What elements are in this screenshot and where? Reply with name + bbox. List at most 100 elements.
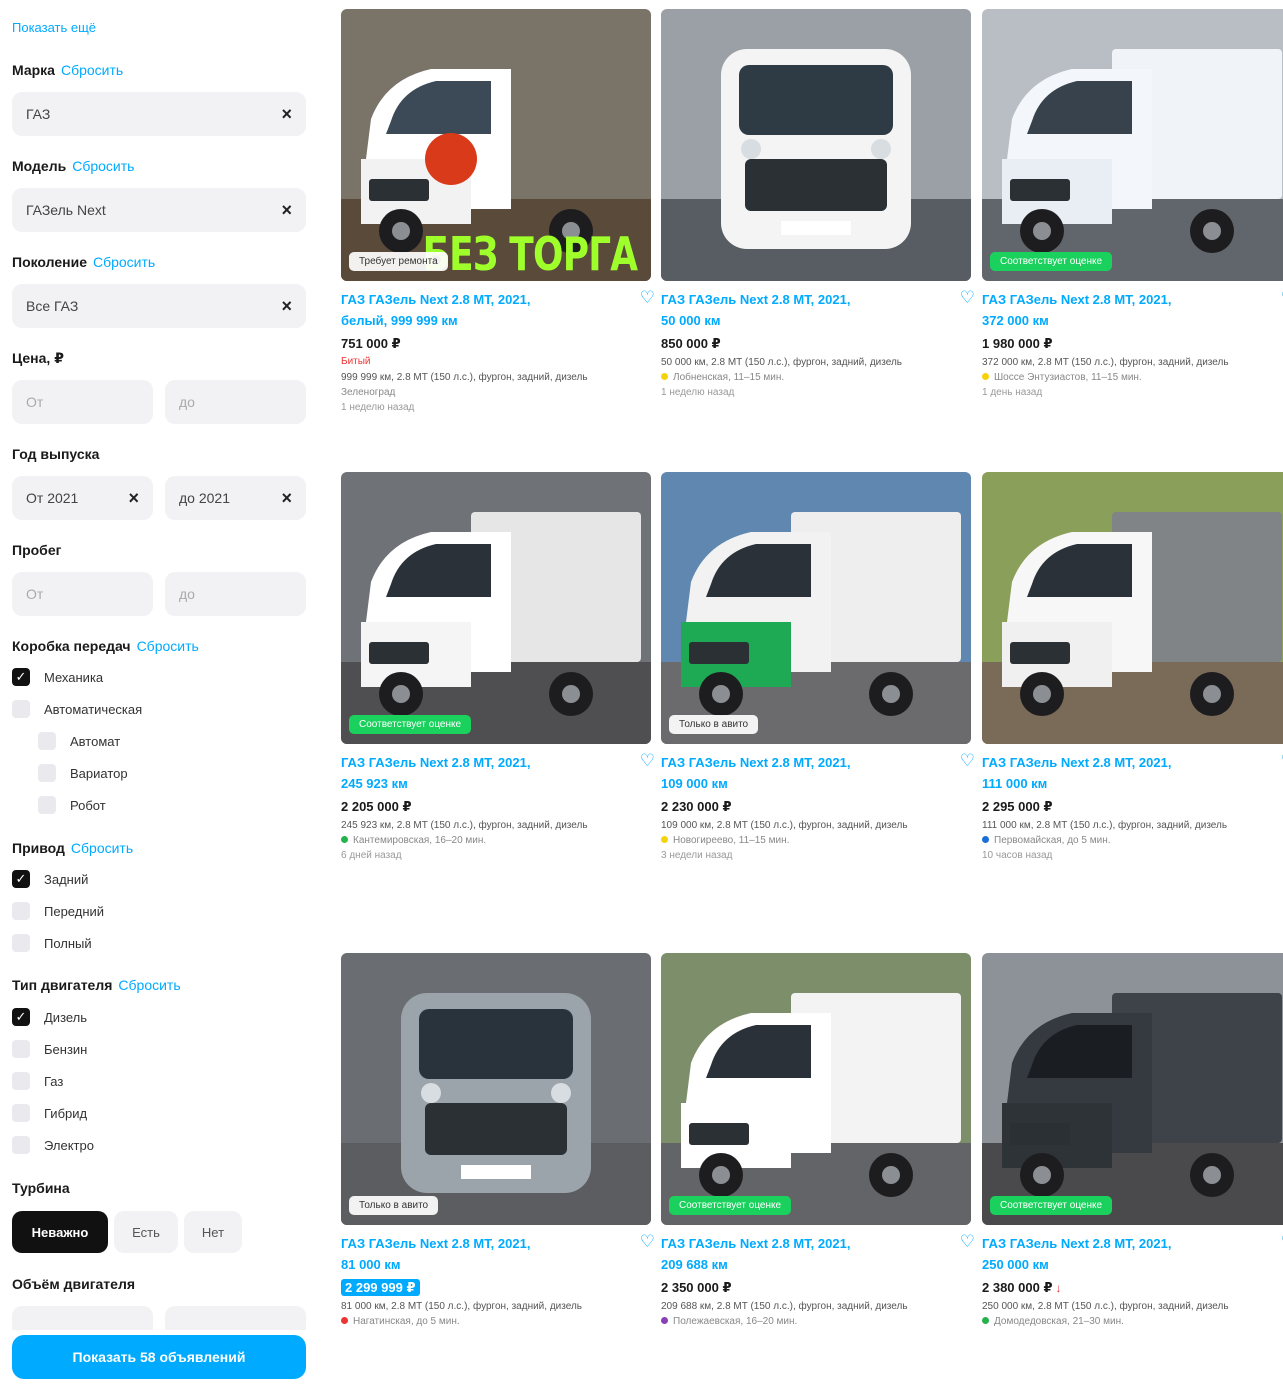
listing-title-link[interactable]: ГАЗ ГАЗель Next 2.8 MT, 2021,372 000 км♡ (982, 289, 1283, 331)
gearbox-option-robot[interactable]: Робот (38, 796, 106, 814)
model-reset-link[interactable]: Сбросить (72, 158, 134, 174)
listing-title-link[interactable]: ГАЗ ГАЗель Next 2.8 MT, 2021, 209 688 км ♡ (661, 1233, 975, 1275)
gearbox-reset-link[interactable]: Сбросить (137, 638, 199, 654)
checkbox-checked-icon[interactable]: ✓ (12, 870, 30, 888)
show-more-link[interactable]: Показать ещё (12, 20, 96, 35)
heart-icon[interactable]: ♡ (960, 1233, 975, 1250)
drive-option-all[interactable]: Полный (12, 934, 92, 952)
checkbox-icon[interactable] (12, 902, 30, 920)
price-to-placeholder: до (179, 394, 195, 410)
listing-photo[interactable]: Соответствует оценке (982, 9, 1283, 281)
listing-card[interactable]: Только в авито ГАЗ ГАЗель Next 2.8 MT, 20… (341, 953, 655, 1329)
gearbox-option-manual[interactable]: ✓ Механика (12, 668, 103, 686)
engine-volume-from-input[interactable] (12, 1306, 153, 1330)
model-clear-icon[interactable]: × (281, 200, 292, 221)
engine-option-label: Дизель (44, 1009, 88, 1025)
listing-photo[interactable]: Соответствует оценке (982, 953, 1283, 1225)
generation-label: Поколение Сбросить (12, 254, 155, 270)
turbo-any-button[interactable]: Неважно (12, 1211, 108, 1253)
listing-card[interactable]: Соответствует оценке ГАЗ ГАЗель Next 2.8 … (341, 472, 655, 863)
heart-icon[interactable]: ♡ (640, 1233, 655, 1250)
listing-card[interactable]: Соответствует оценке ГАЗ ГАЗель Next 2.8 … (982, 9, 1283, 400)
checkbox-icon[interactable] (12, 1040, 30, 1058)
year-to-input[interactable]: до 2021 × (165, 476, 306, 520)
gearbox-option-cvt[interactable]: Вариатор (38, 764, 128, 782)
price-to-input[interactable]: до (165, 380, 306, 424)
vehicle-photo-image (661, 953, 971, 1225)
listing-card[interactable]: Соответствует оценке ГАЗ ГАЗель Next 2.8 … (661, 953, 975, 1329)
mileage-from-placeholder: От (26, 586, 44, 602)
make-select[interactable]: ГАЗ × (12, 92, 306, 136)
generation-clear-icon[interactable]: × (281, 296, 292, 317)
checkbox-icon[interactable] (12, 1104, 30, 1122)
listing-price-row: 2 295 000 ₽ (982, 799, 1283, 815)
turbo-yes-button[interactable]: Есть (114, 1211, 178, 1253)
make-reset-link[interactable]: Сбросить (61, 62, 123, 78)
heart-icon[interactable]: ♡ (640, 289, 655, 306)
listing-card[interactable]: БЕЗ ТОРГА Требует ремонта ГАЗ ГАЗель Next … (341, 9, 655, 415)
listing-subtitle: 372 000 км (982, 313, 1049, 328)
engine-option-gas[interactable]: Газ (12, 1072, 63, 1090)
engine-volume-to-input[interactable] (165, 1306, 306, 1330)
year-from-input[interactable]: От 2021 × (12, 476, 153, 520)
listing-card[interactable]: ГАЗ ГАЗель Next 2.8 MT, 2021,111 000 км♡… (982, 472, 1283, 863)
model-select[interactable]: ГАЗель Next × (12, 188, 306, 232)
drive-option-front[interactable]: Передний (12, 902, 104, 920)
price-from-input[interactable]: От (12, 380, 153, 424)
checkbox-checked-icon[interactable]: ✓ (12, 668, 30, 686)
listing-photo[interactable] (982, 472, 1283, 744)
engine-option-hybrid[interactable]: Гибрид (12, 1104, 87, 1122)
listing-title-link[interactable]: ГАЗ ГАЗель Next 2.8 MT, 2021,250 000 км♡ (982, 1233, 1283, 1275)
engine-type-reset-link[interactable]: Сбросить (118, 977, 180, 993)
checkbox-icon[interactable] (12, 1072, 30, 1090)
year-from-clear-icon[interactable]: × (128, 488, 139, 509)
show-results-button[interactable]: Показать 58 объявлений (12, 1335, 306, 1379)
engine-option-electric[interactable]: Электро (12, 1136, 94, 1154)
checkbox-icon[interactable] (12, 700, 30, 718)
checkbox-icon[interactable] (38, 796, 56, 814)
listing-photo[interactable]: Только в авито (661, 472, 971, 744)
gearbox-option-automatic[interactable]: Автоматическая (12, 700, 142, 718)
gearbox-option-auto[interactable]: Автомат (38, 732, 120, 750)
generation-select[interactable]: Все ГАЗ × (12, 284, 306, 328)
listing-card[interactable]: Только в авито ГАЗ ГАЗель Next 2.8 MT, 20… (661, 472, 975, 863)
listing-photo[interactable]: Только в авито (341, 953, 651, 1225)
listing-title-link[interactable]: ГАЗ ГАЗель Next 2.8 MT, 2021, 245 923 км ♡ (341, 752, 655, 794)
heart-icon[interactable]: ♡ (960, 752, 975, 769)
mileage-to-placeholder: до (179, 586, 195, 602)
listing-metro-text: Первомайская, до 5 мин. (994, 835, 1111, 846)
drive-option-rear[interactable]: ✓ Задний (12, 870, 88, 888)
listing-metro: Кантемировская, 16–20 мин. (341, 833, 653, 848)
engine-option-petrol[interactable]: Бензин (12, 1040, 87, 1058)
gearbox-option-label: Вариатор (70, 765, 128, 781)
metro-line-icon (341, 1317, 348, 1324)
year-to-clear-icon[interactable]: × (281, 488, 292, 509)
listing-time: 6 дней назад (341, 850, 402, 861)
listing-card[interactable]: Соответствует оценке ГАЗ ГАЗель Next 2.8 … (982, 953, 1283, 1329)
mileage-from-input[interactable]: От (12, 572, 153, 616)
heart-icon[interactable]: ♡ (640, 752, 655, 769)
generation-label-text: Поколение (12, 254, 87, 270)
checkbox-icon[interactable] (38, 732, 56, 750)
listing-title-link[interactable]: ГАЗ ГАЗель Next 2.8 MT, 2021, 109 000 км ♡ (661, 752, 975, 794)
listing-card[interactable]: ГАЗ ГАЗель Next 2.8 MT, 2021, 50 000 км ♡ 8… (661, 9, 975, 400)
heart-icon[interactable]: ♡ (960, 289, 975, 306)
checkbox-icon[interactable] (38, 764, 56, 782)
listing-photo[interactable]: Соответствует оценке (661, 953, 971, 1225)
listing-photo[interactable]: БЕЗ ТОРГА Требует ремонта (341, 9, 651, 281)
listing-title-link[interactable]: ГАЗ ГАЗель Next 2.8 MT, 2021,111 000 км♡ (982, 752, 1283, 794)
turbo-no-button[interactable]: Нет (184, 1211, 242, 1253)
listing-photo[interactable]: Соответствует оценке (341, 472, 651, 744)
listing-photo[interactable] (661, 9, 971, 281)
checkbox-checked-icon[interactable]: ✓ (12, 1008, 30, 1026)
checkbox-icon[interactable] (12, 1136, 30, 1154)
listing-title-link[interactable]: ГАЗ ГАЗель Next 2.8 MT, 2021, белый, 999 … (341, 289, 655, 331)
listing-title-link[interactable]: ГАЗ ГАЗель Next 2.8 MT, 2021, 50 000 км ♡ (661, 289, 975, 331)
make-clear-icon[interactable]: × (281, 104, 292, 125)
generation-reset-link[interactable]: Сбросить (93, 254, 155, 270)
checkbox-icon[interactable] (12, 934, 30, 952)
drive-reset-link[interactable]: Сбросить (71, 840, 133, 856)
mileage-to-input[interactable]: до (165, 572, 306, 616)
listing-title-link[interactable]: ГАЗ ГАЗель Next 2.8 MT, 2021, 81 000 км ♡ (341, 1233, 655, 1275)
engine-option-diesel[interactable]: ✓ Дизель (12, 1008, 87, 1026)
